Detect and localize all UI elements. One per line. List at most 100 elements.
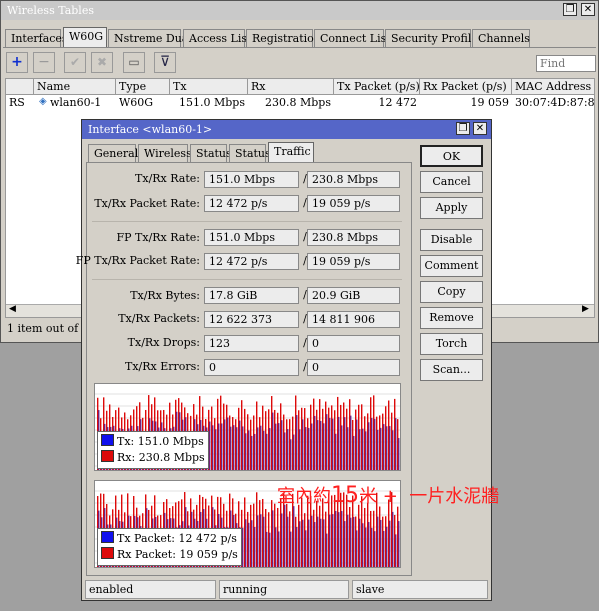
rx-bar <box>394 514 396 567</box>
legend-rx-packet: Rx Packet: 19 059 p/s <box>101 547 238 563</box>
table-row[interactable]: RS ◈ wlan60-1 W60G 151.0 Mbps 230.8 Mbps… <box>6 95 594 111</box>
col-type[interactable]: Type <box>116 79 170 95</box>
tab-wireless[interactable]: Wireless <box>138 144 192 163</box>
tab-security-profiles[interactable]: Security Profiles <box>385 29 484 48</box>
tx-bar <box>296 415 298 470</box>
col-mac[interactable]: MAC Address <box>512 79 594 95</box>
add-button[interactable]: + <box>6 52 28 73</box>
torch-button[interactable]: Torch <box>420 333 483 355</box>
rx-bar <box>337 396 339 470</box>
tx-bar <box>368 522 370 567</box>
tab-status-1[interactable]: Status <box>190 144 232 163</box>
fp-rx-rate-field: 230.8 Mbps <box>307 229 400 246</box>
rx-bar <box>253 415 255 470</box>
rx-bar <box>232 417 234 470</box>
scan-button[interactable]: Scan... <box>420 359 483 381</box>
cancel-button[interactable]: Cancel <box>420 171 483 193</box>
rx-bar <box>274 503 276 567</box>
rx-bar <box>355 516 357 567</box>
tab-connect-list[interactable]: Connect List <box>314 29 391 48</box>
dialog-titlebar[interactable]: Interface <wlan60-1> ❐ ✕ <box>82 120 491 139</box>
col-name[interactable]: Name <box>34 79 116 95</box>
copy-button[interactable]: Copy <box>420 281 483 303</box>
tab-w60g[interactable]: W60G <box>63 27 107 48</box>
rx-bar <box>379 506 381 567</box>
close-icon[interactable]: ✕ <box>581 3 595 16</box>
tx-packet-swatch <box>101 531 114 543</box>
rx-bar <box>277 412 279 470</box>
tx-bar <box>287 429 289 470</box>
plus-icon: + <box>11 54 23 70</box>
dialog-restore-icon[interactable]: ❐ <box>456 122 470 135</box>
tab-access-list[interactable]: Access List <box>183 29 251 48</box>
comment-button[interactable]: Comment <box>420 255 483 277</box>
rx-bar <box>325 511 327 567</box>
x-icon: ✖ <box>96 55 108 69</box>
tx-bar <box>344 521 346 567</box>
disable-button[interactable]: Disable <box>420 229 483 251</box>
tab-nstreme-dual[interactable]: Nstreme Dual <box>108 29 192 48</box>
tab-status-2[interactable]: Status <box>229 144 271 163</box>
col-tx[interactable]: Tx <box>170 79 248 95</box>
tab-traffic[interactable]: Traffic <box>268 142 314 163</box>
rx-bar <box>313 398 315 470</box>
dialog-close-icon[interactable]: ✕ <box>473 122 487 135</box>
rx-bar <box>229 415 231 470</box>
tx-bar <box>245 519 247 567</box>
enable-button[interactable]: ✔ <box>64 52 86 73</box>
rx-rate-field: 230.8 Mbps <box>307 171 400 188</box>
main-titlebar[interactable]: Wireless Tables ❐ ✕ <box>1 1 598 20</box>
scroll-right-icon[interactable]: ▶ <box>582 304 589 314</box>
tx-bar <box>290 439 292 470</box>
tx-bar <box>371 527 373 567</box>
tx-bar <box>281 513 283 567</box>
rx-bar <box>301 407 303 470</box>
col-tx-packet[interactable]: Tx Packet (p/s) <box>334 79 420 95</box>
tx-bar <box>257 515 259 567</box>
rx-bar <box>217 398 219 470</box>
col-rx[interactable]: Rx <box>248 79 334 95</box>
find-input[interactable] <box>536 55 596 72</box>
tx-bar <box>293 434 295 470</box>
restore-icon[interactable]: ❐ <box>563 3 577 16</box>
rx-bar <box>373 395 375 470</box>
rx-bar <box>253 503 255 567</box>
ok-button[interactable]: OK <box>420 145 483 167</box>
remove-button[interactable]: Remove <box>420 307 483 329</box>
tx-bar <box>326 414 328 470</box>
rx-bar <box>226 404 228 470</box>
rx-bar <box>364 507 366 567</box>
col-rx-packet[interactable]: Rx Packet (p/s) <box>420 79 512 95</box>
rx-bar <box>358 404 360 470</box>
apply-button[interactable]: Apply <box>420 197 483 219</box>
rx-bar <box>244 497 246 567</box>
tab-channels[interactable]: Channels <box>472 29 530 48</box>
rx-bar <box>283 414 285 470</box>
tx-bar <box>395 418 397 470</box>
scroll-left-icon[interactable]: ◀ <box>9 304 16 314</box>
tx-bar <box>314 415 316 470</box>
status-slave: slave <box>352 580 488 599</box>
filter-button[interactable]: ⊽ <box>154 52 176 73</box>
tx-bar <box>371 417 373 470</box>
rx-bar <box>262 498 264 567</box>
tab-registration[interactable]: Registration <box>246 29 321 48</box>
tx-bar <box>275 423 277 470</box>
disable-button[interactable]: ✖ <box>91 52 113 73</box>
tx-bar <box>311 423 313 470</box>
tab-interfaces[interactable]: Interfaces <box>5 29 68 48</box>
tx-bar <box>299 429 301 470</box>
rx-bar <box>316 500 318 567</box>
check-icon: ✔ <box>69 55 81 69</box>
traffic-graph: Tx: 151.0 Mbps Rx: 230.8 Mbps <box>94 383 401 471</box>
tab-general[interactable]: General <box>88 144 138 163</box>
rx-bar <box>298 504 300 567</box>
rx-bar <box>304 408 306 470</box>
col-flags[interactable] <box>6 79 34 95</box>
comment-button[interactable]: ▭ <box>123 52 145 73</box>
tx-bar <box>383 530 385 567</box>
remove-button[interactable]: − <box>33 52 55 73</box>
tab-divider <box>3 47 596 48</box>
tx-drops-field: 123 <box>204 335 299 352</box>
rx-bar <box>322 408 324 470</box>
